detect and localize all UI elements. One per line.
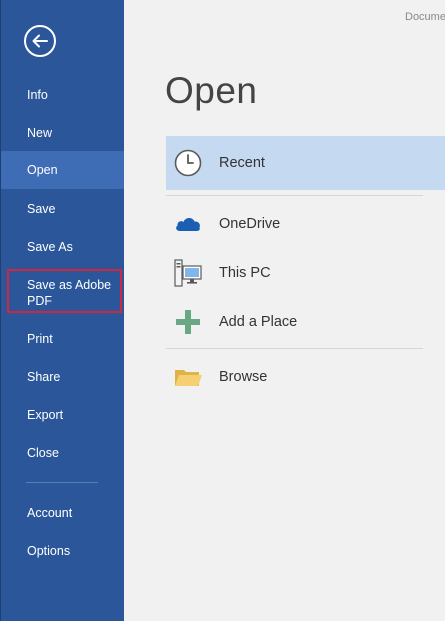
back-arrow-icon: [32, 34, 48, 48]
document-title: Document1 - Word: [405, 11, 445, 23]
nav-save-as[interactable]: Save As: [1, 239, 124, 255]
location-browse[interactable]: Browse: [166, 354, 445, 400]
location-label: OneDrive: [219, 216, 281, 232]
cloud-icon: [172, 208, 204, 240]
nav-close[interactable]: Close: [1, 445, 124, 461]
page-title: Open: [165, 70, 258, 111]
location-label: Add a Place: [219, 314, 298, 330]
separator: [166, 195, 423, 196]
computer-icon: [172, 257, 204, 289]
nav-export[interactable]: Export: [1, 407, 124, 423]
nav-account[interactable]: Account: [1, 505, 124, 521]
backstage-sidebar: Info New Open Save Save As Save as Adobe…: [0, 0, 124, 621]
separator: [166, 348, 423, 349]
nav-options[interactable]: Options: [1, 543, 124, 559]
back-button[interactable]: [24, 25, 56, 57]
location-label: This PC: [219, 265, 271, 281]
location-onedrive[interactable]: OneDrive: [166, 201, 445, 247]
nav-share[interactable]: Share: [1, 369, 124, 385]
location-this-pc[interactable]: This PC: [166, 250, 445, 296]
location-label: Browse: [219, 369, 268, 385]
nav-save-as-adobe-pdf[interactable]: Save as Adobe PDF: [7, 269, 122, 313]
folder-icon: [172, 361, 204, 393]
nav-info[interactable]: Info: [1, 87, 124, 103]
location-label: Recent: [219, 155, 265, 171]
nav-open[interactable]: Open: [1, 151, 124, 189]
nav-print[interactable]: Print: [1, 331, 124, 347]
location-add-a-place[interactable]: Add a Place: [166, 299, 445, 345]
nav-new[interactable]: New: [1, 125, 124, 141]
nav-save[interactable]: Save: [1, 201, 124, 217]
nav-divider: [26, 482, 98, 483]
location-recent[interactable]: Recent: [166, 136, 445, 190]
plus-icon: [172, 306, 204, 338]
clock-icon: [172, 147, 204, 179]
